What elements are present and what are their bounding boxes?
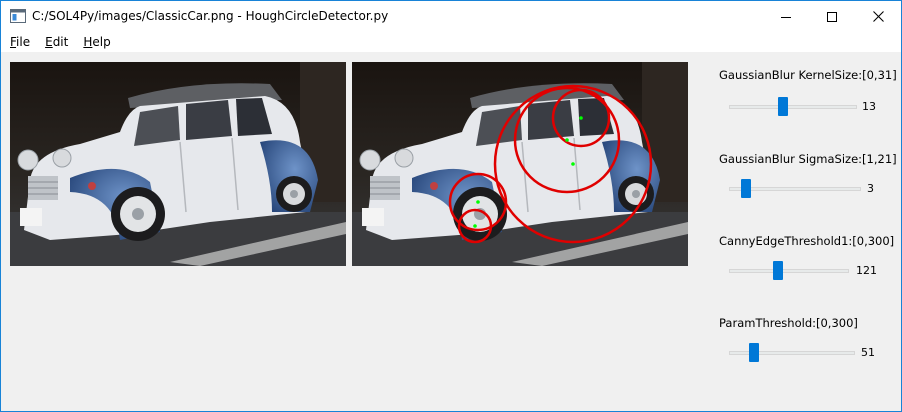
sigma-size-control: GaussianBlur SigmaSize:[1,21] 3: [719, 152, 897, 198]
maximize-icon: [827, 11, 837, 22]
kernel-size-slider[interactable]: 13: [729, 97, 889, 117]
minimize-icon: [781, 16, 791, 18]
menu-help-label: elp: [92, 35, 111, 49]
slider-track[interactable]: [729, 269, 849, 273]
sigma-size-label: GaussianBlur SigmaSize:[1,21]: [719, 152, 897, 166]
kernel-size-value: 13: [862, 100, 876, 113]
menu-bar: File Edit Help: [1, 32, 901, 52]
maximize-button[interactable]: [809, 1, 855, 32]
slider-track[interactable]: [729, 351, 855, 355]
menu-edit-accel: E: [45, 35, 53, 49]
menu-help[interactable]: Help: [77, 32, 116, 52]
kernel-size-control: GaussianBlur KernelSize:[0,31] 13: [719, 68, 897, 116]
detected-circles-view: [352, 62, 688, 266]
kernel-size-label: GaussianBlur KernelSize:[0,31]: [719, 68, 897, 82]
menu-file[interactable]: File: [4, 32, 36, 52]
minimize-button[interactable]: [763, 1, 809, 32]
param-threshold-value: 51: [861, 346, 875, 359]
canny-threshold-label: CannyEdgeThreshold1:[0,300]: [719, 234, 895, 248]
slider-thumb[interactable]: [741, 179, 751, 198]
param-threshold-control: ParamThreshold:[0,300] 51: [719, 316, 889, 362]
title-bar[interactable]: C:/SOL4Py/images/ClassicCar.png - HoughC…: [1, 1, 901, 32]
sigma-size-slider[interactable]: 3: [729, 179, 889, 199]
main-window: C:/SOL4Py/images/ClassicCar.png - HoughC…: [0, 0, 902, 412]
slider-thumb[interactable]: [749, 343, 759, 362]
close-button[interactable]: [855, 1, 901, 32]
sigma-size-value: 3: [867, 182, 874, 195]
app-icon: [10, 9, 26, 23]
canny-threshold-slider[interactable]: 121: [729, 261, 889, 281]
slider-track[interactable]: [729, 105, 857, 109]
slider-thumb[interactable]: [778, 97, 788, 116]
menu-edit[interactable]: Edit: [39, 32, 74, 52]
window-title: C:/SOL4Py/images/ClassicCar.png - HoughC…: [32, 9, 389, 23]
slider-thumb[interactable]: [773, 261, 783, 280]
param-threshold-slider[interactable]: 51: [729, 343, 889, 363]
original-image-view: [10, 62, 346, 266]
close-icon: [872, 11, 884, 22]
menu-file-label: ile: [16, 35, 31, 49]
canny-threshold-control: CannyEdgeThreshold1:[0,300] 121: [719, 234, 895, 280]
param-threshold-label: ParamThreshold:[0,300]: [719, 316, 858, 330]
canny-threshold-value: 121: [856, 264, 877, 277]
menu-edit-label: dit: [52, 35, 69, 49]
